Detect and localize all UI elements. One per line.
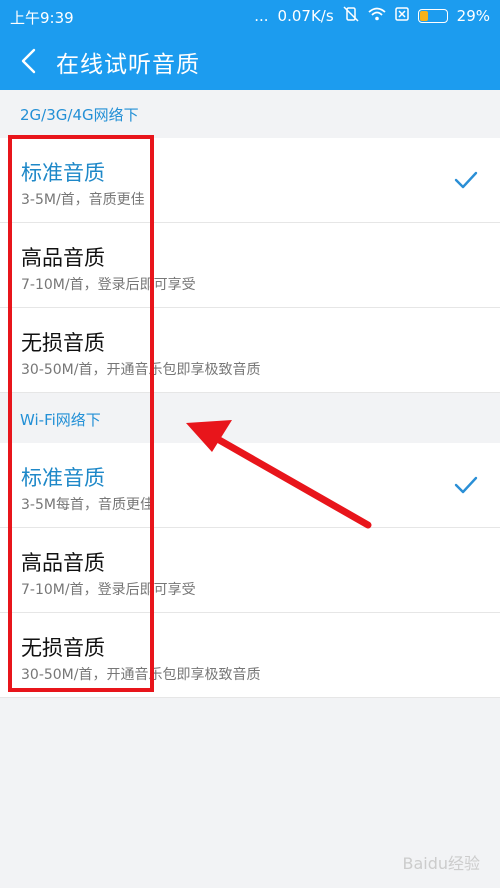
status-dots: ... xyxy=(254,7,269,25)
checkmark-icon xyxy=(454,171,478,189)
checkmark-icon xyxy=(454,476,478,494)
chevron-left-icon xyxy=(21,48,36,74)
sim-off-icon xyxy=(394,7,409,25)
back-button[interactable] xyxy=(14,44,48,78)
battery-icon xyxy=(417,9,448,23)
wifi-icon xyxy=(368,7,386,25)
vibrate-icon xyxy=(343,6,359,26)
status-bar: 上午9:39 ... 0.07K/s 29% xyxy=(0,0,500,32)
watermark-logo: Baidu经验 xyxy=(402,854,480,873)
net-speed: 0.07K/s xyxy=(277,7,334,25)
annotation-highlight-box xyxy=(8,135,154,692)
status-icons: ... 0.07K/s 29% xyxy=(254,6,490,26)
battery-percent: 29% xyxy=(456,7,490,25)
battery-fill xyxy=(419,11,428,21)
page-title: 在线试听音质 xyxy=(56,52,200,78)
status-time: 上午9:39 xyxy=(10,9,74,27)
section-title: 2G/3G/4G网络下 xyxy=(20,106,139,124)
app-header: 在线试听音质 xyxy=(0,32,500,90)
section-header-mobile: 2G/3G/4G网络下 xyxy=(0,90,500,138)
